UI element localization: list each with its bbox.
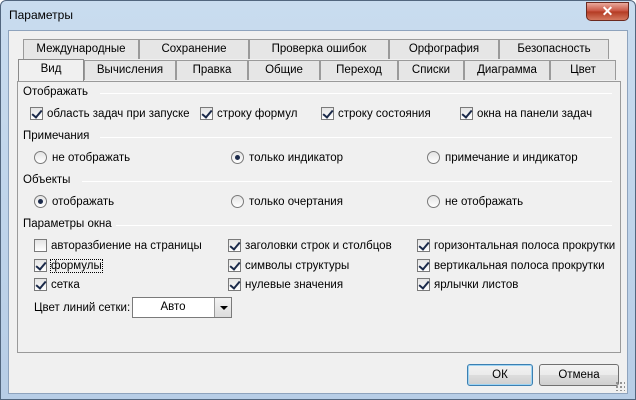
checkbox[interactable] <box>30 107 43 120</box>
tab-security[interactable]: Безопасность <box>499 39 609 59</box>
group-title-objects: Объекты <box>23 174 71 186</box>
view-tab-panel: Отображать область задач при запуске стр… <box>17 81 621 353</box>
show-windows-taskbar-checkbox[interactable]: окна на панели задач <box>460 107 592 120</box>
checkbox[interactable] <box>460 107 473 120</box>
title-bar[interactable]: Параметры ✕ <box>1 1 635 30</box>
checkbox[interactable] <box>34 239 47 252</box>
objects-outlines-radio[interactable]: только очертания <box>231 195 343 208</box>
tab-transition[interactable]: Переход <box>320 60 398 80</box>
tab-lists[interactable]: Списки <box>398 60 464 80</box>
checkbox[interactable] <box>228 239 241 252</box>
tab-view[interactable]: Вид <box>18 59 84 81</box>
tab-error-checking[interactable]: Проверка ошибок <box>249 39 389 59</box>
radio[interactable] <box>34 151 47 164</box>
group-divider <box>100 93 612 94</box>
chevron-down-icon[interactable] <box>214 298 231 317</box>
page-breaks-checkbox[interactable]: авторазбиение на страницы <box>34 239 202 252</box>
group-divider <box>82 181 612 182</box>
group-title-window-options: Параметры окна <box>23 218 112 230</box>
row-col-headers-checkbox[interactable]: заголовки строк и столбцов <box>228 239 392 252</box>
tab-color[interactable]: Цвет <box>550 60 616 80</box>
tab-save[interactable]: Сохранение <box>139 39 249 59</box>
group-title-show: Отображать <box>23 86 88 98</box>
group-divider <box>100 137 612 138</box>
radio[interactable] <box>427 151 440 164</box>
gridlines-checkbox[interactable]: сетка <box>34 278 80 291</box>
ok-button[interactable]: ОК <box>467 364 533 386</box>
radio[interactable] <box>427 195 440 208</box>
tab-general[interactable]: Общие <box>248 60 320 80</box>
cancel-button[interactable]: Отмена <box>539 364 619 386</box>
checkbox[interactable] <box>321 107 334 120</box>
outline-symbols-checkbox[interactable]: символы структуры <box>228 259 349 272</box>
show-formula-bar-checkbox[interactable]: строку формул <box>200 107 297 120</box>
checkbox[interactable] <box>417 239 430 252</box>
zero-values-checkbox[interactable]: нулевые значения <box>228 278 343 291</box>
group-title-comments: Примечания <box>23 130 90 142</box>
grid-color-select[interactable]: Авто <box>132 297 232 318</box>
comments-indicator-only-radio[interactable]: только индикатор <box>231 151 343 164</box>
dialog-body: Международные Сохранение Проверка ошибок… <box>8 30 628 394</box>
checkbox[interactable] <box>34 278 47 291</box>
tab-international[interactable]: Международные <box>23 39 139 59</box>
tab-spelling[interactable]: Орфография <box>389 39 499 59</box>
checkbox[interactable] <box>228 259 241 272</box>
radio[interactable] <box>231 195 244 208</box>
grid-color-value: Авто <box>160 301 186 313</box>
window-title: Параметры <box>9 8 73 22</box>
close-button[interactable]: ✕ <box>586 2 629 21</box>
resize-grip[interactable] <box>615 381 625 391</box>
checkbox[interactable] <box>228 278 241 291</box>
tab-chart[interactable]: Диаграмма <box>464 60 550 80</box>
sheet-tabs-checkbox[interactable]: ярлычки листов <box>417 278 518 291</box>
checkbox[interactable] <box>200 107 213 120</box>
radio[interactable] <box>231 151 244 164</box>
grid-color-label: Цвет линий сетки: <box>34 302 131 314</box>
objects-hide-radio[interactable]: не отображать <box>427 195 523 208</box>
checkbox[interactable] <box>417 278 430 291</box>
tab-calculation[interactable]: Вычисления <box>84 60 176 80</box>
formulas-checkbox[interactable]: формулы <box>34 258 103 273</box>
show-status-bar-checkbox[interactable]: строку состояния <box>321 107 431 120</box>
show-task-pane-checkbox[interactable]: область задач при запуске <box>30 107 190 120</box>
vertical-scrollbar-checkbox[interactable]: вертикальная полоса прокрутки <box>417 259 605 272</box>
options-dialog: Параметры ✕ Международные Сохранение Про… <box>0 0 636 400</box>
tab-edit[interactable]: Правка <box>176 60 248 80</box>
objects-show-radio[interactable]: отображать <box>34 195 114 208</box>
checkbox[interactable] <box>34 259 47 272</box>
group-divider <box>116 225 612 226</box>
comments-none-radio[interactable]: не отображать <box>34 151 130 164</box>
radio[interactable] <box>34 195 47 208</box>
checkbox[interactable] <box>417 259 430 272</box>
comments-and-indicator-radio[interactable]: примечание и индикатор <box>427 151 578 164</box>
horizontal-scrollbar-checkbox[interactable]: горизонтальная полоса прокрутки <box>417 239 615 252</box>
